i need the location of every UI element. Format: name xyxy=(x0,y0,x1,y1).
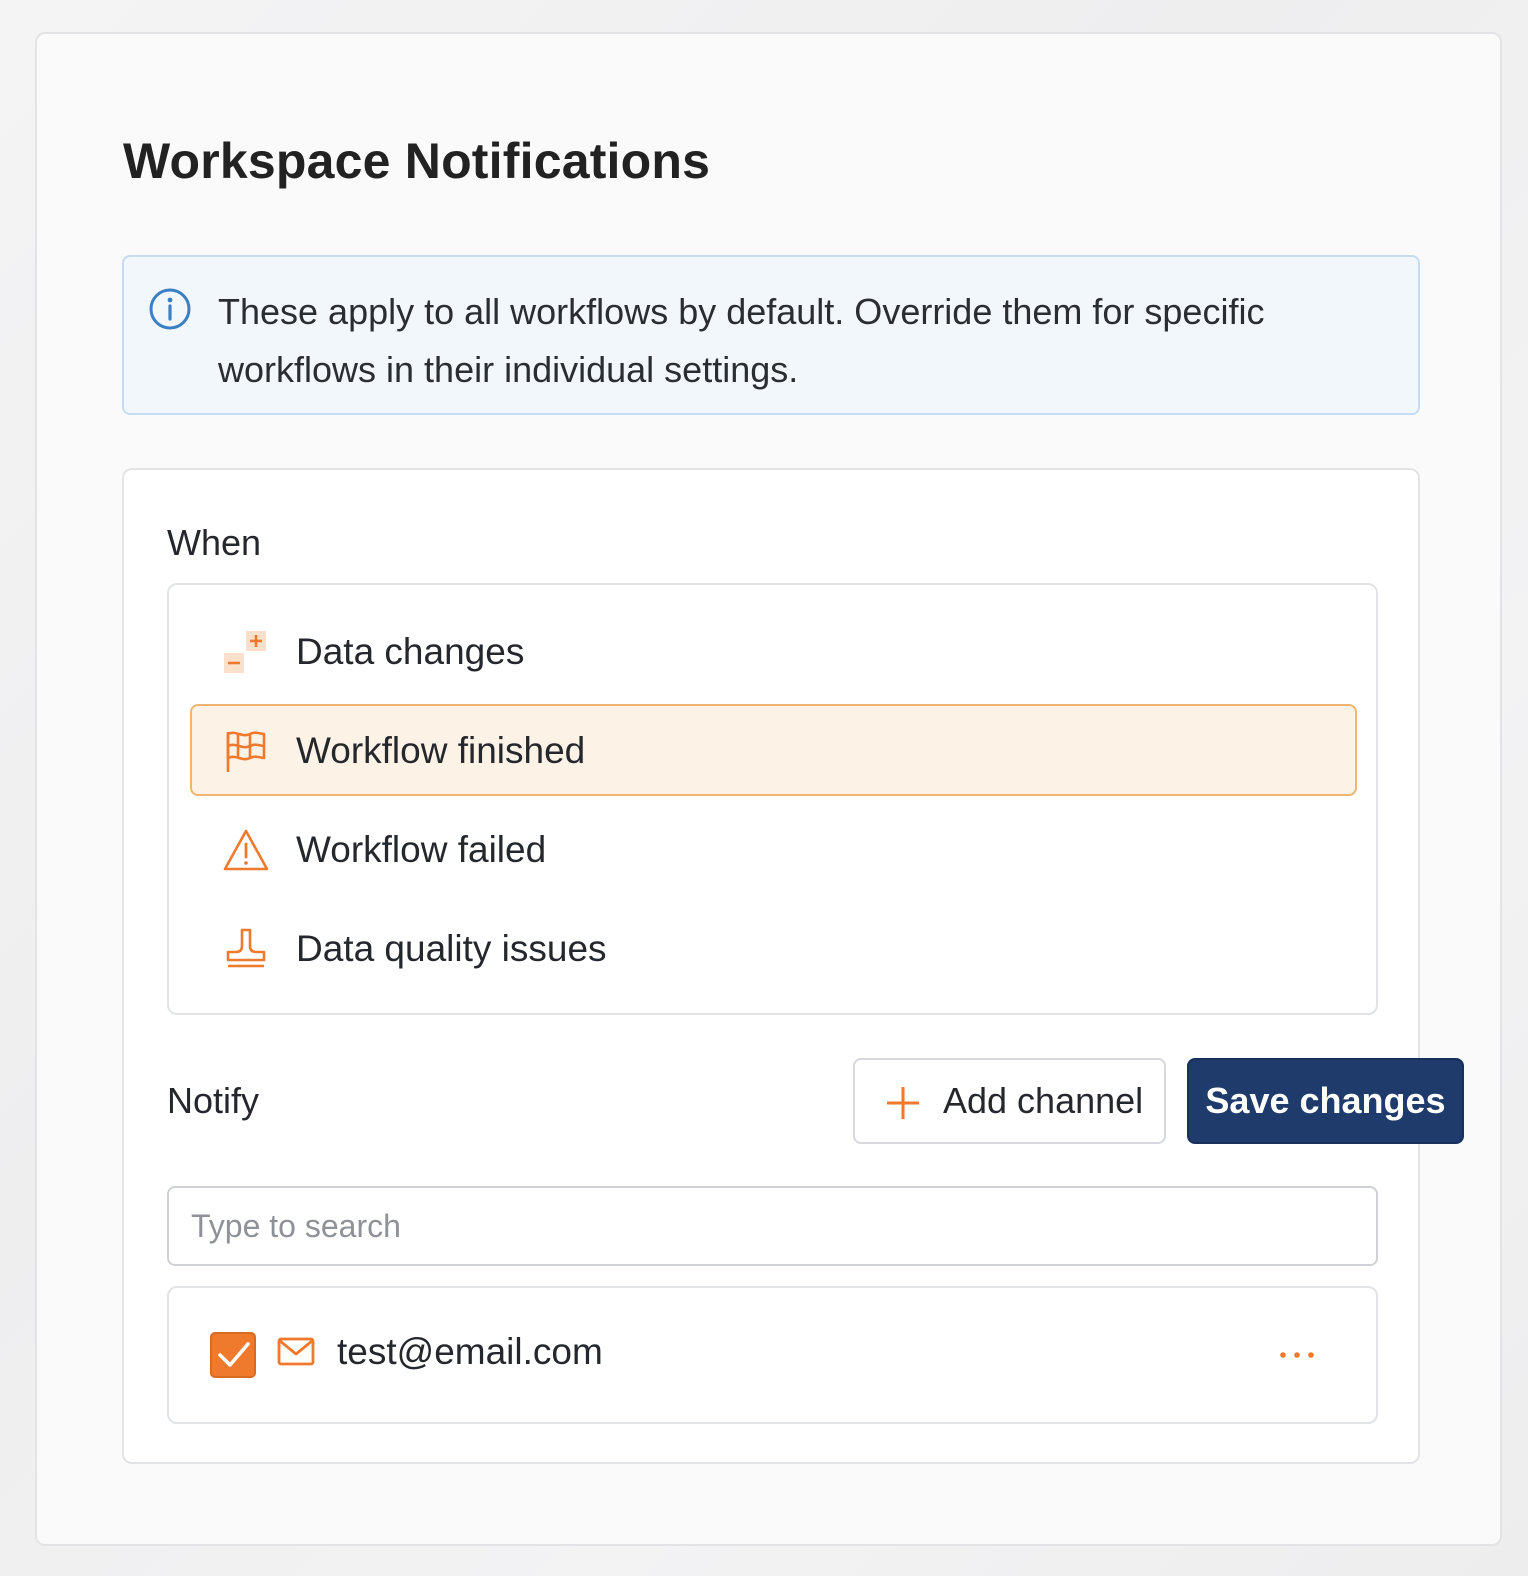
when-item-workflow-failed[interactable]: Workflow failed xyxy=(190,803,1357,895)
data-changes-icon xyxy=(224,631,266,673)
save-changes-button[interactable]: Save changes xyxy=(1187,1058,1464,1144)
settings-panel: Workspace Notifications These apply to a… xyxy=(35,32,1502,1546)
when-item-label: Workflow finished xyxy=(296,730,586,771)
when-item-label: Data changes xyxy=(296,631,525,672)
add-channel-label: Add channel xyxy=(943,1080,1144,1121)
more-options-icon[interactable] xyxy=(1277,1340,1317,1370)
notify-label: Notify xyxy=(167,1080,260,1121)
info-banner: These apply to all workflows by default.… xyxy=(122,255,1420,415)
warning-icon xyxy=(223,829,269,871)
page-title: Workspace Notifications xyxy=(123,133,711,189)
mail-icon xyxy=(277,1337,315,1366)
info-icon xyxy=(149,288,191,330)
when-item-workflow-finished[interactable]: Workflow finished xyxy=(190,704,1357,796)
recipient-checkbox[interactable] xyxy=(210,1332,256,1378)
when-label: When xyxy=(167,522,262,563)
info-banner-text: These apply to all workflows by default.… xyxy=(218,291,1265,390)
notification-rules-card: When Data changes Workflow finished Work… xyxy=(122,468,1464,1464)
flag-icon xyxy=(226,731,266,772)
search-input[interactable] xyxy=(167,1186,1378,1266)
when-event-list: Data changes Workflow finished Workflow … xyxy=(167,583,1378,1015)
recipient-email: test@email.com xyxy=(337,1331,603,1372)
check-icon xyxy=(218,1342,250,1367)
recipient-list: test@email.com xyxy=(167,1286,1378,1424)
stamp-icon xyxy=(226,928,266,968)
plus-icon xyxy=(887,1087,919,1119)
when-item-label: Workflow failed xyxy=(296,829,547,870)
when-item-data-changes[interactable]: Data changes xyxy=(190,605,1357,697)
when-item-data-quality-issues[interactable]: Data quality issues xyxy=(190,902,1357,994)
add-channel-button[interactable]: Add channel xyxy=(853,1058,1166,1144)
when-item-label: Data quality issues xyxy=(296,928,607,969)
